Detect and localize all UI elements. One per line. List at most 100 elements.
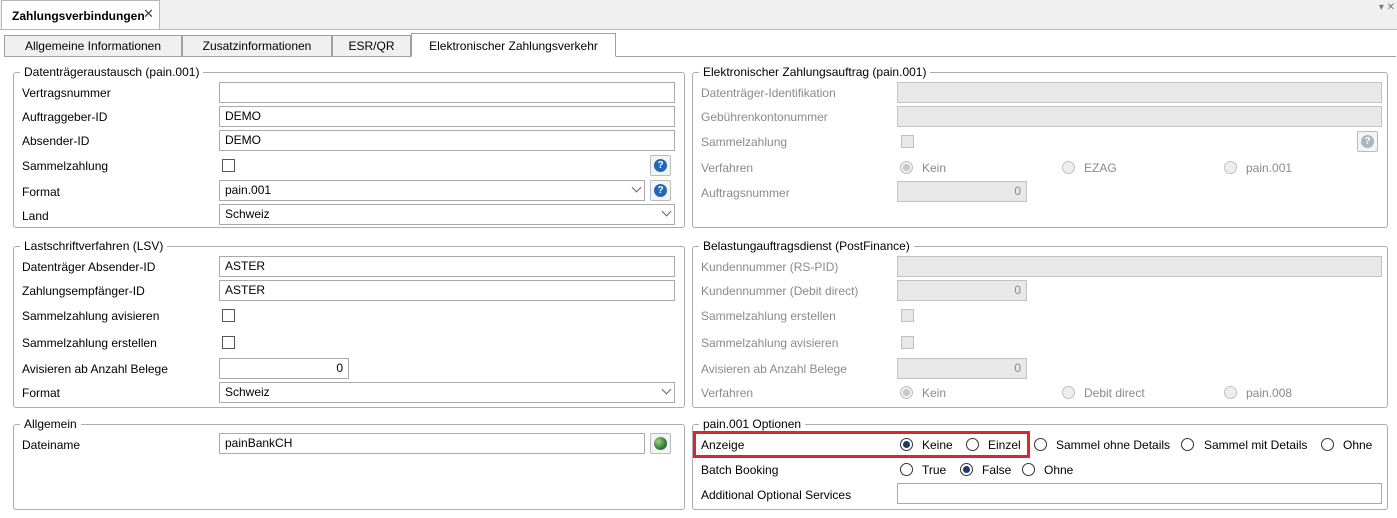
batch-false-radio[interactable] — [960, 463, 973, 476]
kunden-dd-input: 0 — [897, 280, 1027, 301]
additional-services-input[interactable] — [897, 483, 1382, 504]
lsv-format-select-value: Schweiz — [225, 385, 270, 399]
help-icon: ? — [654, 159, 667, 172]
document-tab[interactable]: Zahlungsverbindungen ✕ — [1, 0, 160, 29]
lsv-erstellen-checkbox[interactable] — [222, 336, 235, 349]
group-legend: Lastschriftverfahren (LSV) — [24, 239, 164, 253]
eza-sammelzahlung-checkbox — [901, 135, 914, 148]
kunden-dd-label: Kundennummer (Debit direct) — [701, 284, 859, 298]
bad-avisieren-checkbox — [901, 336, 914, 349]
anzeige-sammel-ohne-label[interactable]: Sammel ohne Details — [1056, 438, 1170, 452]
format-label: Format — [22, 185, 61, 199]
dateiname-globe-button[interactable] — [650, 433, 671, 454]
eza-verfahren-kein-label: Kein — [922, 161, 947, 175]
help-icon: ? — [1361, 135, 1374, 148]
bad-erstellen-label: Sammelzahlung erstellen — [701, 309, 836, 323]
land-select-value: Schweiz — [225, 207, 270, 221]
document-tab-title: Zahlungsverbindungen — [12, 9, 145, 23]
format-select[interactable]: pain.001 — [219, 180, 645, 201]
group-legend: Allgemein — [24, 417, 77, 431]
bad-avisieren-label: Sammelzahlung avisieren — [701, 336, 839, 350]
batch-false-label[interactable]: False — [982, 463, 1011, 477]
eza-verfahren-pain001-label: pain.001 — [1246, 161, 1293, 175]
bad-verfahren-pain008-radio — [1224, 386, 1237, 399]
tabbar-line — [4, 56, 1396, 57]
help-icon: ? — [654, 184, 667, 197]
anzeige-ohne-label[interactable]: Ohne — [1343, 438, 1372, 452]
batch-ohne-label[interactable]: Ohne — [1044, 463, 1073, 477]
batch-booking-label: Batch Booking — [701, 463, 779, 477]
lsv-format-label: Format — [22, 386, 61, 400]
lsv-absender-input[interactable]: ASTER — [219, 256, 675, 277]
close-icon[interactable]: ✕ — [143, 6, 154, 22]
window-controls-icon[interactable]: ▾ ✕ — [1379, 2, 1395, 13]
land-select[interactable]: Schweiz — [219, 204, 675, 225]
lsv-empfaenger-input[interactable]: ASTER — [219, 280, 675, 301]
sammelzahlung-help-button[interactable]: ? — [650, 155, 671, 176]
lsv-absender-label: Datenträger Absender-ID — [22, 260, 156, 274]
vertragsnummer-label: Vertragsnummer — [22, 86, 111, 100]
lsv-anzahl-input[interactable]: 0 — [219, 358, 349, 379]
dt-identifikation-input — [897, 82, 1382, 103]
absender-id-input[interactable]: DEMO — [219, 130, 675, 151]
dateiname-input[interactable]: painBankCH — [219, 433, 645, 454]
chevron-down-icon — [661, 384, 672, 395]
group-legend: pain.001 Optionen — [703, 417, 802, 431]
eza-verfahren-pain001-radio — [1224, 161, 1237, 174]
gebuehrenkonto-label: Gebührenkontonummer — [701, 110, 828, 124]
sammelzahlung-label: Sammelzahlung — [22, 159, 109, 173]
bad-verfahren-debit-radio — [1062, 386, 1075, 399]
dateiname-label: Dateiname — [22, 438, 81, 452]
eza-sammelzahlung-label: Sammelzahlung — [701, 135, 788, 149]
batch-true-label[interactable]: True — [922, 463, 946, 477]
auftragsnummer-label: Auftragsnummer — [701, 186, 790, 200]
vertragsnummer-input[interactable] — [219, 82, 675, 103]
lsv-erstellen-label: Sammelzahlung erstellen — [22, 336, 157, 350]
bad-verfahren-label: Verfahren — [701, 386, 754, 400]
land-label: Land — [22, 209, 49, 223]
anzeige-sammel-mit-radio[interactable] — [1181, 438, 1194, 451]
anzeige-sammel-ohne-radio[interactable] — [1034, 438, 1047, 451]
lsv-format-select[interactable]: Schweiz — [219, 382, 675, 403]
auftraggeber-id-label: Auftraggeber-ID — [22, 110, 108, 124]
eza-verfahren-ezag-radio — [1062, 161, 1075, 174]
lsv-empfaenger-label: Zahlungsempfänger-ID — [22, 284, 145, 298]
gebuehrenkonto-input — [897, 106, 1382, 127]
bad-anzahl-input: 0 — [897, 358, 1027, 379]
dt-identifikation-label: Datenträger-Identifikation — [701, 86, 836, 100]
tab-esr-qr[interactable]: ESR/QR — [332, 35, 411, 56]
tab-zusatzinformationen[interactable]: Zusatzinformationen — [182, 35, 332, 56]
auftraggeber-id-input[interactable]: DEMO — [219, 106, 675, 127]
bad-verfahren-debit-label: Debit direct — [1084, 386, 1145, 400]
kunden-rs-label: Kundennummer (RS-PID) — [701, 260, 839, 274]
batch-ohne-radio[interactable] — [1022, 463, 1035, 476]
group-allgemein: Allgemein — [13, 418, 685, 510]
anzeige-sammel-mit-label[interactable]: Sammel mit Details — [1204, 438, 1307, 452]
eza-verfahren-ezag-label: EZAG — [1084, 161, 1117, 175]
bad-verfahren-pain008-label: pain.008 — [1246, 386, 1293, 400]
batch-true-radio[interactable] — [900, 463, 913, 476]
format-help-button[interactable]: ? — [650, 180, 671, 201]
eza-help-button: ? — [1357, 131, 1378, 152]
chevron-down-icon — [661, 206, 672, 217]
bad-erstellen-checkbox — [901, 309, 914, 322]
eza-verfahren-label: Verfahren — [701, 161, 754, 175]
group-legend: Elektronischer Zahlungsauftrag (pain.001… — [703, 65, 927, 79]
highlight-box — [693, 431, 1030, 458]
anzeige-ohne-radio[interactable] — [1321, 438, 1334, 451]
bad-verfahren-kein-label: Kein — [922, 386, 947, 400]
auftragsnummer-input: 0 — [897, 181, 1027, 202]
tab-allgemeine-informationen[interactable]: Allgemeine Informationen — [4, 35, 182, 56]
absender-id-label: Absender-ID — [22, 134, 90, 148]
kunden-rs-input — [897, 256, 1382, 277]
eza-verfahren-kein-radio — [900, 161, 913, 174]
sammelzahlung-checkbox[interactable] — [222, 159, 235, 172]
tab-elektronischer-zahlungsverkehr[interactable]: Elektronischer Zahlungsverkehr — [411, 33, 616, 57]
bad-verfahren-kein-radio — [900, 386, 913, 399]
additional-services-label: Additional Optional Services — [701, 488, 852, 502]
group-legend: Datenträgeraustausch (pain.001) — [24, 65, 200, 79]
lsv-avisieren-checkbox[interactable] — [222, 309, 235, 322]
lsv-anzahl-label: Avisieren ab Anzahl Belege — [22, 362, 168, 376]
bad-anzahl-label: Avisieren ab Anzahl Belege — [701, 362, 847, 376]
globe-icon — [654, 437, 667, 450]
